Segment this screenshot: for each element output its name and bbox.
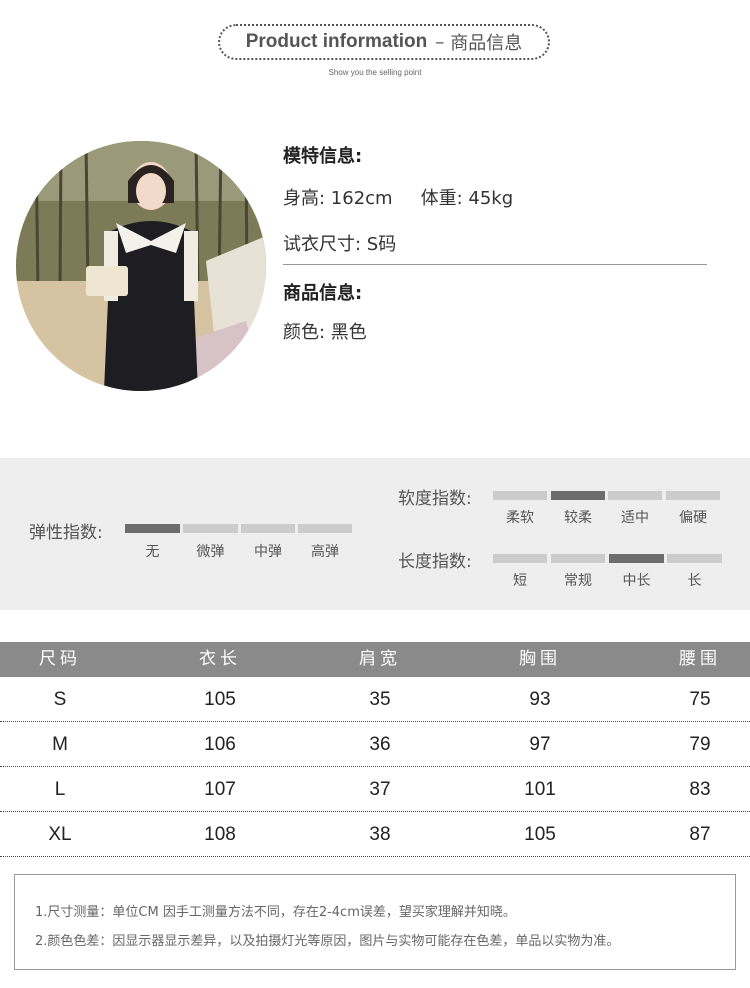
size-table-header: 尺码 衣长 肩宽 胸围 腰围 <box>0 642 750 677</box>
length-option: 短 <box>513 573 527 589</box>
cell-size: S <box>53 689 67 710</box>
cell-size: M <box>52 734 68 755</box>
softness-option: 较柔 <box>564 510 592 526</box>
cell-size: XL <box>48 824 72 845</box>
length-option: 长 <box>687 573 702 589</box>
info-divider <box>283 264 707 265</box>
table-row: XL 108 38 105 87 <box>0 812 750 857</box>
elasticity-segment <box>298 524 352 533</box>
softness-segment <box>551 491 605 500</box>
column-header-waist: 腰围 <box>679 649 721 669</box>
elasticity-segment <box>241 524 295 533</box>
section-subtitle: Show you the selling point <box>328 68 422 77</box>
section-title-dash: – <box>435 31 445 53</box>
model-size: 试衣尺寸: S码 <box>283 234 397 255</box>
cell-shoulder: 37 <box>369 779 391 800</box>
softness-segment <box>608 491 662 500</box>
elasticity-option: 中弹 <box>254 544 282 560</box>
elasticity-segment <box>125 524 180 533</box>
cell-shoulder: 38 <box>369 824 391 845</box>
cell-size: L <box>54 779 66 800</box>
column-header-size: 尺码 <box>39 649 81 669</box>
cell-bust: 97 <box>529 734 551 755</box>
cell-shoulder: 36 <box>369 734 391 755</box>
cell-waist: 79 <box>689 734 711 755</box>
cell-length: 108 <box>204 824 236 845</box>
softness-option: 柔软 <box>506 510 534 526</box>
cell-bust: 105 <box>524 824 556 845</box>
table-row: S 105 35 93 75 <box>0 677 750 722</box>
model-height: 身高: 162cm <box>283 188 393 209</box>
softness-segment <box>493 491 547 500</box>
table-row: M 106 36 97 79 <box>0 722 750 767</box>
elasticity-option: 无 <box>145 544 160 560</box>
cell-waist: 75 <box>689 689 711 710</box>
cell-waist: 87 <box>689 824 711 845</box>
softness-index-label: 软度指数: <box>398 489 472 509</box>
elasticity-index-label: 弹性指数: <box>29 523 103 543</box>
column-header-length: 衣长 <box>199 649 241 669</box>
length-index-label: 长度指数: <box>398 552 472 572</box>
cell-bust: 101 <box>524 779 556 800</box>
cell-bust: 93 <box>529 689 551 710</box>
note-color-difference: 2.颜色色差：因显示器显示差异，以及拍摄灯光等原因，图片与实物可能存在色差，单品… <box>35 934 620 949</box>
section-title-pill: Product information – 商品信息 <box>218 24 550 60</box>
length-segment <box>493 554 547 563</box>
length-segment <box>667 554 722 563</box>
table-row: L 107 37 101 83 <box>0 767 750 812</box>
product-color: 颜色: 黑色 <box>283 322 367 343</box>
elasticity-segment <box>183 524 238 533</box>
column-header-shoulder: 肩宽 <box>359 649 401 669</box>
note-measurement: 1.尺寸测量：单位CM 因手工测量方法不同，存在2-4cm误差，望买家理解并知晓… <box>35 905 516 920</box>
column-header-bust: 胸围 <box>519 649 561 669</box>
product-info-heading: 商品信息: <box>283 283 363 304</box>
cell-length: 107 <box>204 779 236 800</box>
length-option: 中长 <box>622 573 651 589</box>
cell-shoulder: 35 <box>369 689 391 710</box>
elasticity-option: 高弹 <box>311 544 339 560</box>
elasticity-option: 微弹 <box>196 544 225 560</box>
softness-segment <box>666 491 720 500</box>
section-title-cn: 商品信息 <box>450 33 523 54</box>
model-info-heading: 模特信息: <box>283 146 363 167</box>
model-weight: 体重: 45kg <box>420 188 514 209</box>
model-photo <box>16 141 266 391</box>
section-title-en: Product information <box>245 31 428 52</box>
length-segment <box>551 554 605 563</box>
softness-option: 偏硬 <box>679 510 707 526</box>
length-option: 常规 <box>564 573 592 589</box>
cell-length: 105 <box>204 689 236 710</box>
notes-box: 1.尺寸测量：单位CM 因手工测量方法不同，存在2-4cm误差，望买家理解并知晓… <box>14 874 736 970</box>
cell-waist: 83 <box>689 779 711 800</box>
softness-option: 适中 <box>621 510 649 526</box>
cell-length: 106 <box>204 734 236 755</box>
model-measurements: 身高: 162cm 体重: 45kg <box>283 184 513 210</box>
length-segment <box>609 554 664 563</box>
